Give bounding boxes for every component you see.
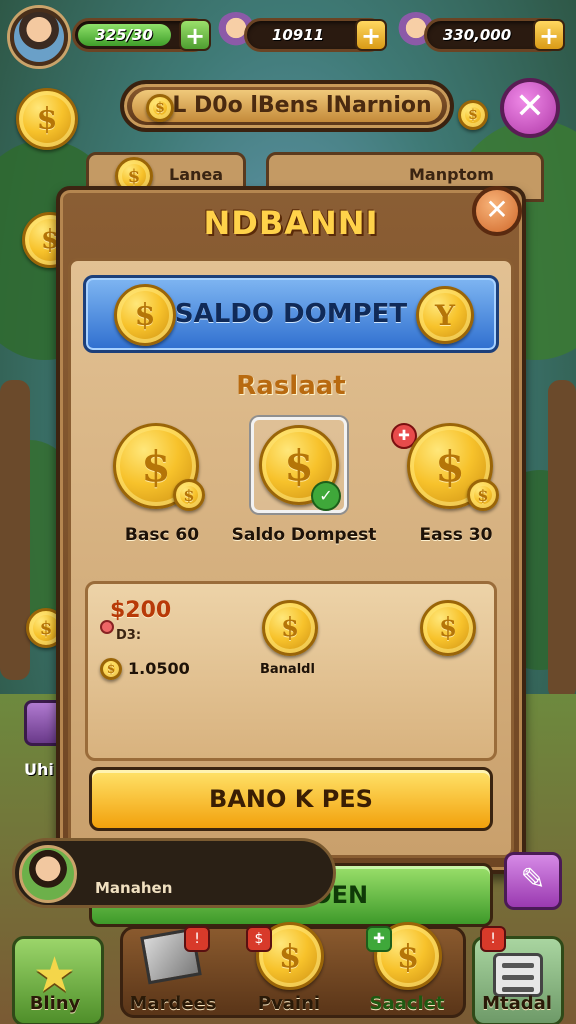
notification-badge: ! xyxy=(480,926,506,952)
banner-title: L D0o lBens lNarnion xyxy=(132,90,442,122)
gold-bar: 330,000 + xyxy=(424,18,565,52)
add-gems-button[interactable]: + xyxy=(355,19,387,51)
gems-bar: 10911 + xyxy=(244,18,387,52)
nav-label: Mtadal xyxy=(482,993,552,1014)
gold-value: 330,000 xyxy=(442,26,512,44)
option-label: Eass 30 xyxy=(419,525,493,545)
coin-icon: $ xyxy=(146,94,174,122)
confirm-button[interactable]: BANO K PES xyxy=(89,767,493,831)
nav-item-pvaini[interactable]: $ $ Pvaini xyxy=(234,918,344,1022)
gems-value: 10911 xyxy=(271,26,325,44)
coin-icon: $ xyxy=(467,479,499,511)
player-avatar-icon xyxy=(19,845,77,903)
add-energy-button[interactable]: + xyxy=(179,19,211,51)
energy-value: 325/30 xyxy=(95,26,153,44)
summary-balance: 1.0500 xyxy=(128,659,190,678)
summary-box: $200 D3: $ 1.0500 $ Banaldl $ xyxy=(85,581,497,761)
notification-badge: ! xyxy=(184,926,210,952)
coin-icon: $ xyxy=(458,100,488,130)
dialog-body: $ SALDO DOMPET Y Raslaat $ $ Basc 60 $ ✓… xyxy=(68,258,514,927)
nav-label: Pvaini xyxy=(257,993,321,1014)
summary-amount: $200 xyxy=(110,598,172,623)
payment-option[interactable]: ✚ $ $ Eass 30 xyxy=(391,421,521,561)
nav-label: Saaclet xyxy=(369,993,445,1014)
nav-label: Mardees xyxy=(129,993,217,1014)
nav-item-mtadal[interactable]: ! Mtadal xyxy=(462,918,572,1024)
nav-item-mardees[interactable]: ! Mardees xyxy=(118,918,228,1022)
coin-icon: $ xyxy=(420,600,476,656)
coin-icon: $ xyxy=(100,658,122,680)
player-name: Manahen xyxy=(95,879,173,897)
payment-option-selected[interactable]: $ ✓ Saldo Dompest xyxy=(232,417,376,561)
option-label: Basc 60 xyxy=(124,525,200,545)
plus-badge: ✚ xyxy=(366,926,392,952)
back-tab-left-label: Lanea xyxy=(169,165,224,184)
sale-badge: $ xyxy=(246,926,272,952)
add-gold-button[interactable]: + xyxy=(533,19,565,51)
check-icon: ✓ xyxy=(311,481,341,511)
bottom-nav: ★ Bliny ! Mardees $ $ Pvaini $ ✚ Saaclet… xyxy=(0,912,576,1024)
player-avatar-icon[interactable] xyxy=(10,8,68,66)
wallet-balance-bar[interactable]: $ SALDO DOMPET Y xyxy=(83,275,499,353)
section-title: Raslaat xyxy=(236,371,346,401)
close-banner-button[interactable]: ✕ xyxy=(500,78,560,138)
coin-icon: $ xyxy=(262,600,318,656)
edit-button[interactable]: ✎ xyxy=(504,852,562,910)
close-dialog-button[interactable]: ✕ xyxy=(472,186,522,236)
summary-unit: D3: xyxy=(116,628,142,643)
coin-icon: $ xyxy=(173,479,205,511)
energy-bar: 325/30 + xyxy=(72,18,211,52)
coin-icon: $ xyxy=(16,88,78,150)
dialog-title: NDBANNI xyxy=(203,204,379,242)
back-tab-right-label: Manptom xyxy=(409,165,494,184)
payment-option[interactable]: $ $ Basc 60 xyxy=(97,421,227,561)
option-label: Saldo Dompest xyxy=(231,525,377,545)
side-label: Uhi xyxy=(24,760,54,779)
title-banner: L D0o lBens lNarnion $ xyxy=(120,80,454,132)
nav-label: Bliny xyxy=(29,993,81,1014)
pin-icon xyxy=(100,620,114,634)
coin-icon: Y xyxy=(416,286,474,344)
summary-mid-label: Banaldl xyxy=(260,662,315,677)
menu-icon xyxy=(493,953,543,997)
top-hud: 325/30 + 10911 + 330,000 + xyxy=(8,8,568,66)
wallet-dialog: NDBANNI ✕ $ SALDO DOMPET Y Raslaat $ $ B… xyxy=(56,186,526,927)
nav-item-bliny[interactable]: ★ Bliny xyxy=(0,918,110,1024)
player-strip[interactable]: Manahen xyxy=(12,838,336,908)
nav-item-saaclet[interactable]: $ ✚ Saaclet xyxy=(352,918,462,1022)
